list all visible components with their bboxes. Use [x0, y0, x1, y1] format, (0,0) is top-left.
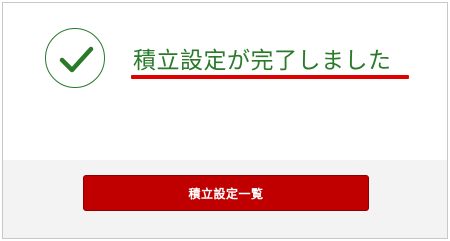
completion-panel: 積立設定が完了しました 積立設定一覧 [2, 2, 448, 239]
completion-message: 積立設定が完了しました [133, 48, 392, 74]
savings-settings-list-button[interactable]: 積立設定一覧 [83, 175, 369, 211]
action-area: 積立設定一覧 [3, 160, 447, 238]
message-underline [131, 75, 409, 79]
checkmark-circle-icon [45, 28, 105, 88]
message-area: 積立設定が完了しました [3, 3, 447, 160]
checkmark-icon [59, 46, 94, 73]
